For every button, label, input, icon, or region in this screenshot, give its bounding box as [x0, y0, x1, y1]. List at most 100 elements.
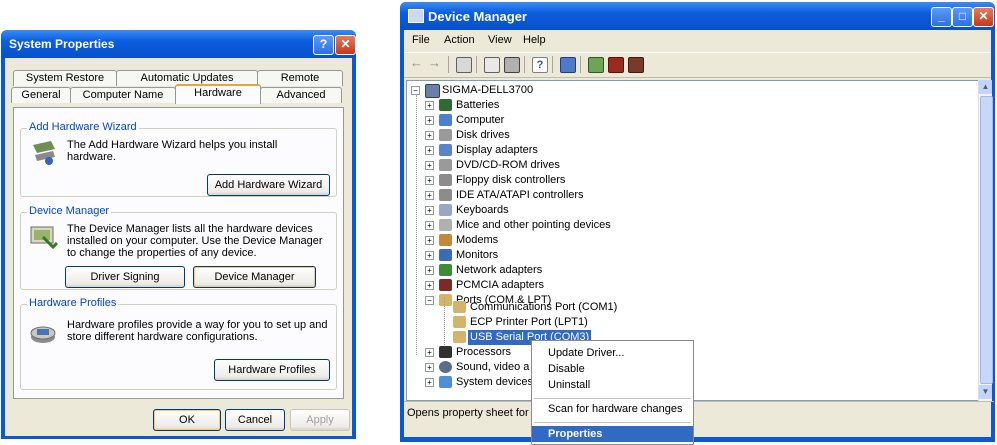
scroll-up-icon[interactable]: ▲	[979, 80, 992, 94]
device-manager-app-icon	[408, 9, 424, 23]
expand-icon[interactable]: +	[425, 236, 434, 245]
context-scan-hardware[interactable]: Scan for hardware changes	[532, 401, 693, 417]
minimize-button[interactable]: _	[931, 7, 952, 27]
expand-icon[interactable]: +	[425, 191, 434, 200]
expand-icon[interactable]: +	[425, 266, 434, 275]
tab-computer-name[interactable]: Computer Name	[70, 87, 176, 103]
close-button[interactable]: ✕	[335, 35, 356, 55]
port-label: Communications Port (COM1)	[470, 301, 618, 313]
properties-icon[interactable]	[484, 57, 500, 73]
expand-icon[interactable]: +	[425, 131, 434, 140]
system-devices-icon	[439, 376, 452, 388]
device-manager-button[interactable]: Device Manager	[193, 266, 316, 288]
print-icon[interactable]	[504, 57, 520, 73]
port-label: ECP Printer Port (LPT1)	[470, 316, 588, 328]
category-label: Disk drives	[456, 129, 510, 141]
uninstall-icon[interactable]	[608, 57, 624, 73]
apply-button[interactable]: Apply	[290, 409, 350, 431]
scan-icon[interactable]	[560, 57, 576, 73]
system-properties-title: System Properties	[9, 37, 115, 51]
vertical-scrollbar[interactable]: ▲ ▼	[978, 80, 993, 401]
tab-system-restore[interactable]: System Restore	[13, 70, 117, 86]
tab-advanced[interactable]: Advanced	[260, 87, 342, 103]
tree-guide-line	[444, 297, 445, 349]
help-button[interactable]: ?	[313, 35, 334, 55]
system-properties-window: System Properties ? ✕ System Restore Aut…	[1, 30, 356, 439]
port-icon	[453, 301, 466, 313]
expand-icon[interactable]: +	[425, 348, 434, 357]
category-label: Processors	[456, 346, 512, 358]
maximize-button[interactable]: □	[952, 7, 973, 27]
hardware-profiles-group-label: Hardware Profiles	[27, 297, 119, 309]
hardware-profiles-group: Hardware Profiles Hardware profiles prov…	[20, 297, 337, 390]
expand-icon[interactable]: +	[425, 101, 434, 110]
add-hardware-wizard-button[interactable]: Add Hardware Wizard	[207, 174, 330, 196]
tab-hardware[interactable]: Hardware	[175, 84, 261, 104]
computer-icon	[425, 84, 440, 98]
back-icon[interactable]: ←	[410, 56, 424, 71]
menu-file[interactable]: File	[412, 34, 430, 46]
expand-icon[interactable]: +	[425, 206, 434, 215]
expand-icon[interactable]: +	[425, 221, 434, 230]
help-icon[interactable]: ?	[532, 57, 548, 73]
category-label: PCMCIA adapters	[456, 279, 545, 291]
mouse-icon	[439, 219, 452, 231]
cancel-button[interactable]: Cancel	[225, 409, 285, 431]
menu-view[interactable]: View	[488, 34, 512, 46]
context-uninstall[interactable]: Uninstall	[532, 377, 693, 393]
category-label: Mice and other pointing devices	[456, 219, 611, 231]
add-hardware-group: Add Hardware Wizard The Add Hardware Wiz…	[20, 121, 337, 197]
category-label: IDE ATA/ATAPI controllers	[456, 189, 584, 201]
category-label: Monitors	[456, 249, 499, 261]
device-manager-description: The Device Manager lists all the hardwar…	[67, 223, 323, 259]
disable-icon[interactable]	[628, 57, 644, 73]
context-disable[interactable]: Disable	[532, 361, 693, 377]
monitor-icon	[439, 249, 452, 261]
hardware-tab-panel: Add Hardware Wizard The Add Hardware Wiz…	[13, 107, 344, 399]
close-button[interactable]: ✕	[973, 7, 994, 27]
dvd-drive-icon	[439, 159, 452, 171]
computer-icon	[439, 114, 452, 126]
device-manager-group-label: Device Manager	[27, 205, 112, 217]
expand-icon[interactable]: +	[425, 146, 434, 155]
hardware-profiles-icon	[29, 319, 59, 347]
expand-icon[interactable]: +	[425, 161, 434, 170]
ok-button[interactable]: OK	[153, 409, 221, 431]
category-label: Keyboards	[456, 204, 509, 216]
device-manager-title: Device Manager	[428, 9, 527, 24]
hardware-profiles-button[interactable]: Hardware Profiles	[214, 359, 330, 381]
expand-icon[interactable]: +	[425, 116, 434, 125]
display-adapter-icon	[439, 144, 452, 156]
tab-general[interactable]: General	[11, 87, 71, 103]
forward-icon[interactable]: →	[428, 56, 442, 71]
keyboard-icon	[439, 204, 452, 216]
disk-drive-icon	[439, 129, 452, 141]
port-icon	[453, 331, 466, 343]
expand-icon[interactable]: +	[425, 281, 434, 290]
add-hardware-icon	[29, 139, 59, 167]
context-properties[interactable]: Properties	[532, 426, 693, 442]
scroll-thumb[interactable]	[980, 96, 993, 384]
update-driver-icon[interactable]	[588, 57, 604, 73]
context-update-driver[interactable]: Update Driver...	[532, 345, 693, 361]
device-manager-titlebar[interactable]: Device Manager _ □ ✕	[400, 2, 995, 30]
system-properties-body: System Restore Automatic Updates Remote …	[5, 58, 352, 436]
expand-icon[interactable]: +	[425, 378, 434, 387]
expand-icon[interactable]: +	[425, 176, 434, 185]
scroll-down-icon[interactable]: ▼	[979, 385, 992, 399]
system-properties-titlebar[interactable]: System Properties ? ✕	[1, 30, 356, 58]
menu-help[interactable]: Help	[523, 34, 546, 46]
collapse-icon[interactable]: −	[425, 296, 434, 305]
expand-icon[interactable]: +	[425, 363, 434, 372]
driver-signing-button[interactable]: Driver Signing	[65, 266, 185, 288]
device-manager-icon	[29, 223, 59, 251]
tab-remote[interactable]: Remote	[257, 70, 343, 86]
expand-icon[interactable]: +	[425, 251, 434, 260]
category-label: Batteries	[456, 99, 500, 111]
collapse-icon[interactable]: −	[411, 86, 420, 95]
ide-controller-icon	[439, 189, 452, 201]
show-hide-tree-icon[interactable]	[456, 57, 472, 73]
processor-icon	[439, 346, 452, 358]
menu-action[interactable]: Action	[444, 34, 475, 46]
toolbar: ← → ?	[404, 52, 991, 78]
